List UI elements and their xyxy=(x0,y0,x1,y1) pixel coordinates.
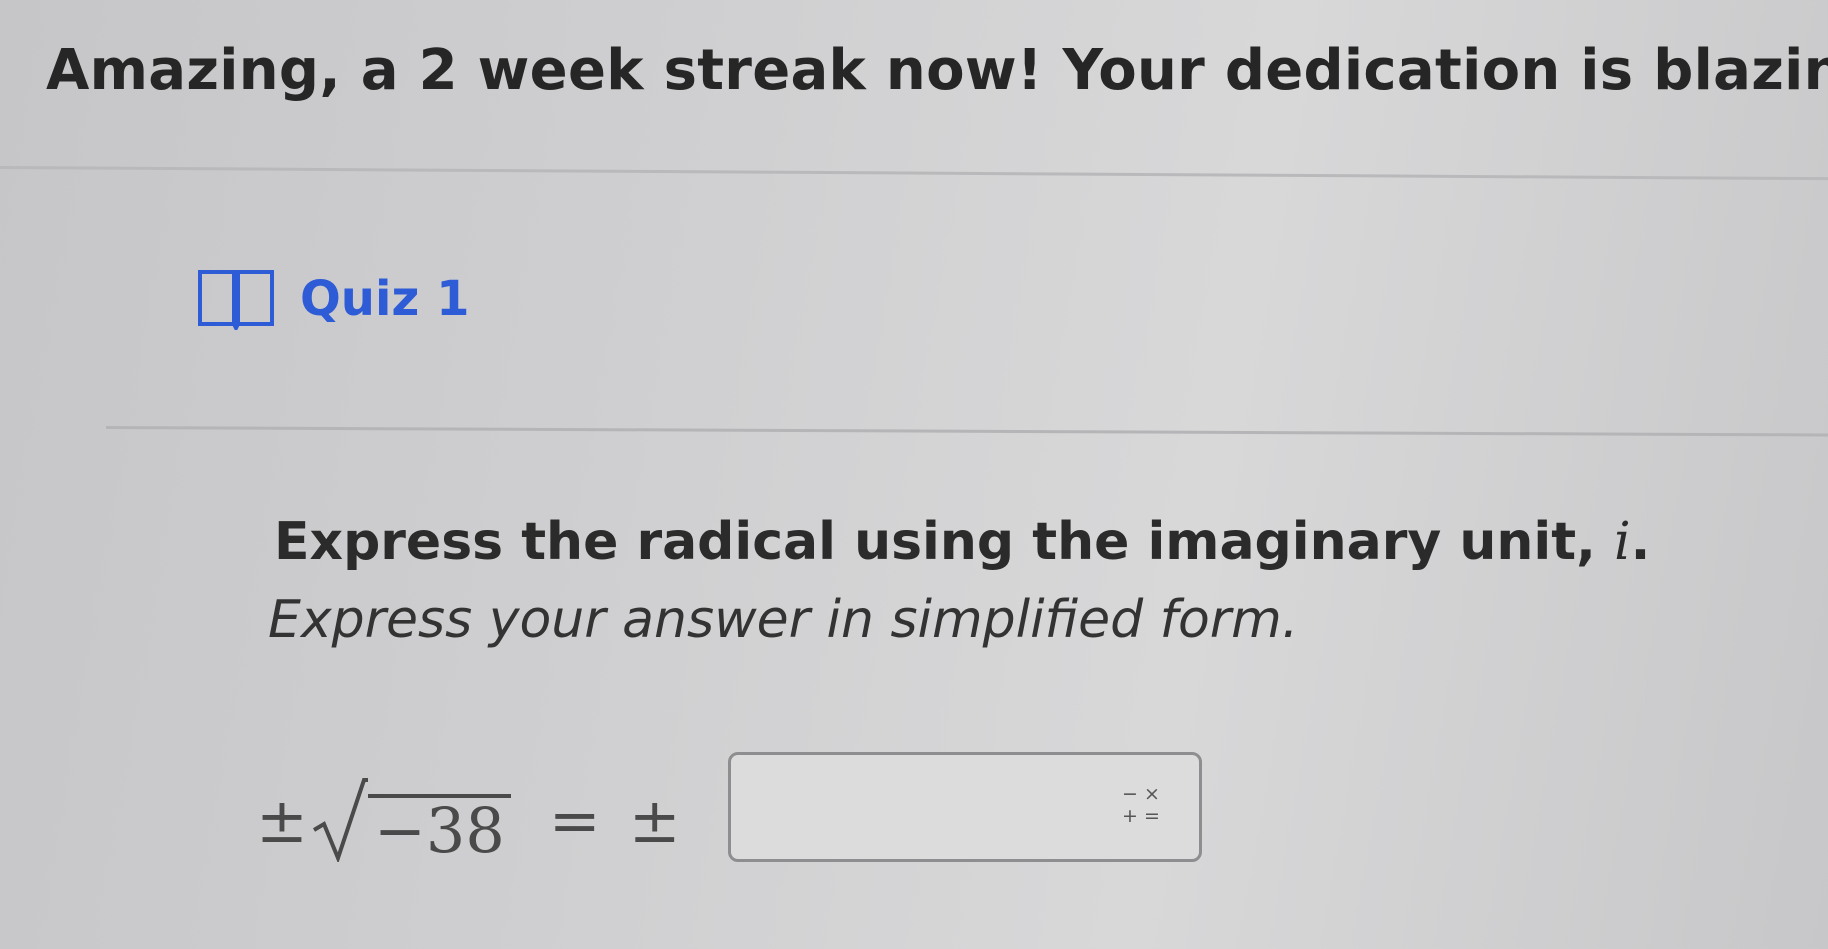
divider xyxy=(105,426,1828,437)
radicand: −38 xyxy=(367,794,511,862)
quiz-title[interactable]: Quiz 1 xyxy=(300,271,469,327)
divider xyxy=(0,166,1828,181)
prompt-end: . xyxy=(1630,512,1651,572)
quiz-header[interactable]: Quiz 1 xyxy=(196,268,469,330)
equals-sign: = xyxy=(548,783,601,857)
answer-input[interactable]: − × + = xyxy=(728,752,1202,862)
question-prompt: Express the radical using the imaginary … xyxy=(274,512,1650,572)
streak-message: Amazing, a 2 week streak now! Your dedic… xyxy=(46,38,1828,103)
keypad-top-symbols: − × xyxy=(1122,783,1160,805)
math-keypad-icon[interactable]: − × + = xyxy=(1117,783,1165,831)
plus-minus-sign: ± xyxy=(628,783,681,857)
plus-minus-sign: ± xyxy=(256,783,308,857)
square-root: −38 xyxy=(312,778,511,862)
question-instruction: Express your answer in simplified form. xyxy=(268,590,1299,650)
book-icon xyxy=(198,270,274,330)
imaginary-unit-symbol: i xyxy=(1613,512,1631,572)
equation: ± −38 = ± xyxy=(256,770,681,870)
prompt-text: Express the radical using the imaginary … xyxy=(274,512,1614,572)
keypad-bottom-symbols: + = xyxy=(1122,805,1160,827)
radical-sign-icon xyxy=(312,778,368,862)
